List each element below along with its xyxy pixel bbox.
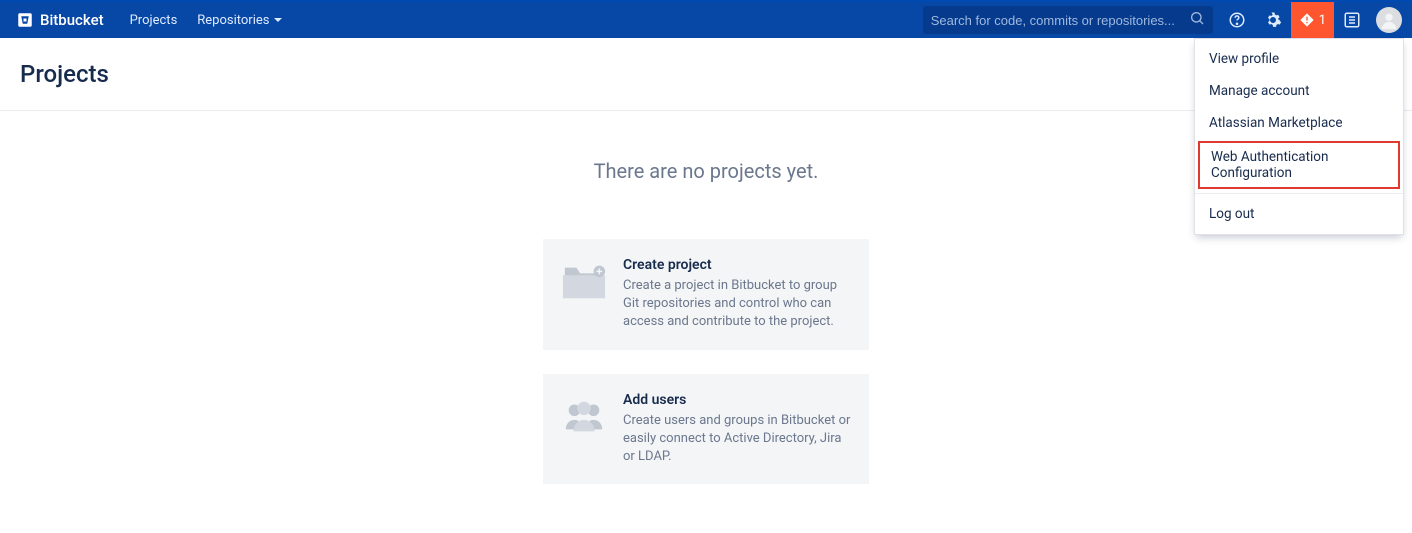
nav-repositories-link[interactable]: Repositories xyxy=(187,2,292,38)
create-project-body: Create project Create a project in Bitbu… xyxy=(623,257,851,332)
add-users-body: Add users Create users and groups in Bit… xyxy=(623,392,851,467)
search-input[interactable] xyxy=(931,13,1189,28)
nav-projects-link[interactable]: Projects xyxy=(120,2,188,38)
alert-diamond-icon xyxy=(1299,12,1315,28)
bitbucket-logo-icon xyxy=(16,11,34,29)
chevron-down-icon xyxy=(274,18,282,22)
app-switcher-button[interactable] xyxy=(1334,2,1370,38)
menu-view-profile[interactable]: View profile xyxy=(1195,43,1403,75)
alerts-button[interactable]: 1 xyxy=(1291,2,1334,38)
add-users-desc: Create users and groups in Bitbucket or … xyxy=(623,412,851,467)
menu-web-auth-config[interactable]: Web Authentication Configuration xyxy=(1198,141,1400,189)
users-group-icon xyxy=(561,396,607,436)
avatar-icon xyxy=(1378,9,1400,31)
main-nav: Bitbucket Projects Repositories xyxy=(0,2,1412,38)
create-project-desc: Create a project in Bitbucket to group G… xyxy=(623,277,851,332)
help-icon xyxy=(1228,11,1246,29)
menu-separator xyxy=(1195,193,1403,194)
alert-count: 1 xyxy=(1319,13,1326,28)
add-users-title: Add users xyxy=(623,392,851,408)
bitbucket-logo[interactable]: Bitbucket xyxy=(16,11,104,29)
menu-log-out[interactable]: Log out xyxy=(1195,198,1403,230)
nav-projects-label: Projects xyxy=(130,13,178,28)
search-icon xyxy=(1189,10,1205,30)
empty-state-heading: There are no projects yet. xyxy=(594,159,819,183)
menu-manage-account[interactable]: Manage account xyxy=(1195,75,1403,107)
nav-repositories-label: Repositories xyxy=(197,13,269,28)
brand-text: Bitbucket xyxy=(40,11,104,29)
page-title: Projects xyxy=(20,60,1392,88)
global-search[interactable] xyxy=(923,6,1213,34)
create-project-card[interactable]: Create project Create a project in Bitbu… xyxy=(543,239,869,350)
create-project-title: Create project xyxy=(623,257,851,273)
help-button[interactable] xyxy=(1219,2,1255,38)
settings-button[interactable] xyxy=(1255,2,1291,38)
profile-dropdown-menu: View profile Manage account Atlassian Ma… xyxy=(1194,38,1404,235)
add-users-card[interactable]: Add users Create users and groups in Bit… xyxy=(543,374,869,485)
profile-menu-button[interactable] xyxy=(1376,7,1402,33)
gear-icon xyxy=(1264,11,1282,29)
menu-atlassian-marketplace[interactable]: Atlassian Marketplace xyxy=(1195,107,1403,139)
app-switcher-icon xyxy=(1343,11,1361,29)
project-folder-icon xyxy=(561,261,607,301)
